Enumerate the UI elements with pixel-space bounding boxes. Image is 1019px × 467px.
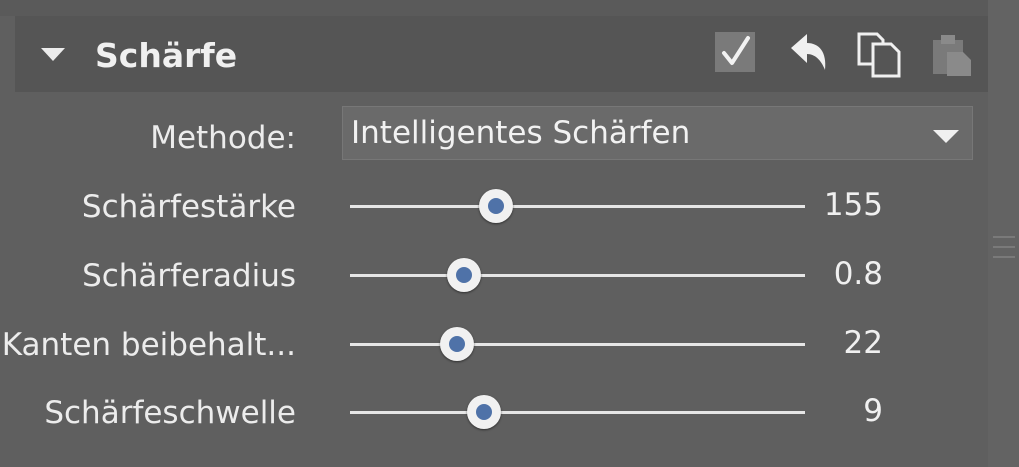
slider-thumb[interactable] xyxy=(478,189,513,223)
method-dropdown[interactable]: Intelligentes Schärfen xyxy=(342,106,973,160)
sharpening-panel: Schärfe Methode: Intelligentes Schärfen … xyxy=(0,0,988,467)
triangle-down-icon[interactable] xyxy=(41,48,65,61)
panel-top-strip xyxy=(0,0,988,16)
enable-checkbox[interactable] xyxy=(715,32,755,72)
method-label: Methode: xyxy=(150,120,296,156)
copy-icon[interactable] xyxy=(855,30,903,78)
slider-track[interactable] xyxy=(350,343,805,346)
method-selected-value: Intelligentes Schärfen xyxy=(351,115,691,151)
chevron-down-icon xyxy=(933,130,959,143)
undo-icon[interactable] xyxy=(785,30,833,78)
slider-label: Schärfestärke xyxy=(81,189,296,225)
scrollbar[interactable] xyxy=(988,0,1019,467)
slider-label: Kanten beibehalt... xyxy=(1,327,296,363)
slider-track[interactable] xyxy=(350,205,805,208)
slider-thumb[interactable] xyxy=(439,327,474,361)
slider-value[interactable]: 22 xyxy=(844,323,883,363)
paste-icon[interactable] xyxy=(927,30,975,78)
slider-value[interactable]: 9 xyxy=(863,391,883,431)
slider-thumb[interactable] xyxy=(446,258,481,292)
slider-label: Schärfeschwelle xyxy=(44,395,296,431)
slider-value[interactable]: 155 xyxy=(824,185,883,225)
section-title: Schärfe xyxy=(95,36,238,75)
slider-value[interactable]: 0.8 xyxy=(834,254,883,294)
slider-track[interactable] xyxy=(350,274,805,277)
scrollbar-grip-line xyxy=(993,236,1015,238)
section-header[interactable]: Schärfe xyxy=(15,16,988,92)
slider-track[interactable] xyxy=(350,411,805,414)
scrollbar-grip-line xyxy=(993,246,1015,248)
slider-label: Schärferadius xyxy=(82,258,296,294)
check-icon xyxy=(722,36,750,65)
slider-thumb[interactable] xyxy=(467,395,502,429)
scrollbar-grip-line xyxy=(993,256,1015,258)
